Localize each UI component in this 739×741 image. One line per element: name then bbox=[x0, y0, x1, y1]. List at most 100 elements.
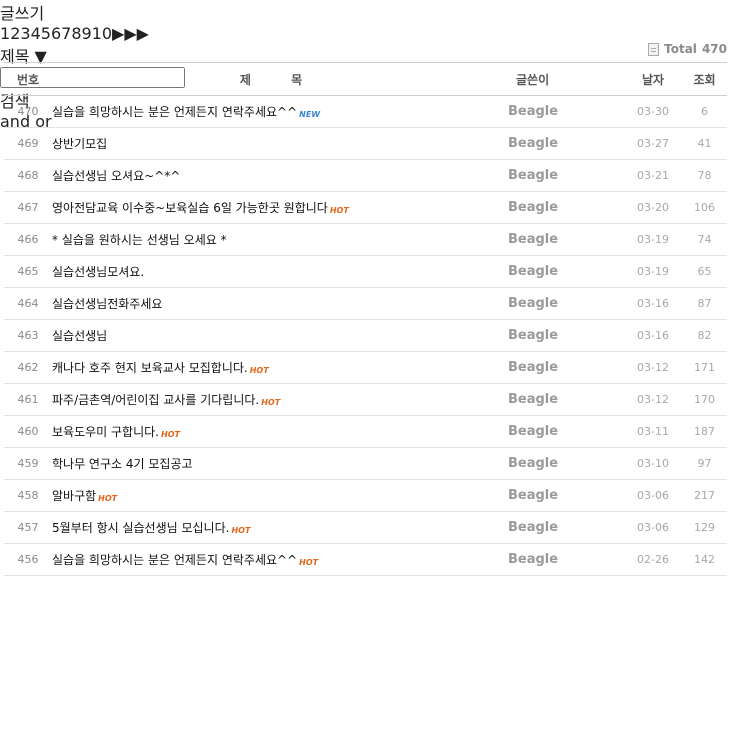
row-title-cell: 실습을 희망하시는 분은 언제든지 연락주세요^^ NEW bbox=[52, 95, 508, 128]
row-date: 03-10 bbox=[624, 447, 682, 480]
row-views: 129 bbox=[682, 511, 727, 544]
write-button-label: 글쓰기 bbox=[0, 4, 45, 23]
row-author[interactable]: Beagle bbox=[508, 191, 624, 224]
row-number: 456 bbox=[4, 543, 52, 576]
page-link[interactable]: 10 bbox=[92, 24, 112, 43]
row-title-cell: 5월부터 항시 실습선생님 모십니다. HOT bbox=[52, 511, 508, 544]
row-number: 468 bbox=[4, 159, 52, 192]
row-date: 03-06 bbox=[624, 479, 682, 512]
row-author[interactable]: Beagle bbox=[508, 447, 624, 480]
row-author[interactable]: Beagle bbox=[508, 319, 624, 352]
page-link[interactable]: 5 bbox=[41, 24, 51, 43]
row-views: 74 bbox=[682, 223, 727, 256]
row-author[interactable]: Beagle bbox=[508, 255, 624, 288]
row-title-cell: 알바구함 HOT bbox=[52, 479, 508, 512]
page-link[interactable]: 4 bbox=[31, 24, 41, 43]
table-row: 469 상반기모집 Beagle 03-27 41 bbox=[4, 127, 727, 160]
last-page-icon[interactable]: ▶▶ bbox=[124, 24, 149, 43]
row-title-link[interactable]: 파주/금촌역/어린이집 교사를 기다립니다. bbox=[52, 393, 259, 407]
row-title-link[interactable]: 실습선생님 오셔요~^*^ bbox=[52, 169, 180, 183]
pagination: 12345678910▶▶▶ bbox=[0, 24, 739, 43]
table-row: 463 실습선생님 Beagle 03-16 82 bbox=[4, 319, 727, 352]
row-title-link[interactable]: 알바구함 bbox=[52, 489, 96, 503]
row-title-link[interactable]: * 실습을 원하시는 선생님 오세요 * bbox=[52, 233, 227, 247]
row-author[interactable]: Beagle bbox=[508, 543, 624, 576]
write-button[interactable]: 글쓰기 bbox=[0, 0, 739, 24]
row-author[interactable]: Beagle bbox=[508, 95, 624, 128]
row-title-link[interactable]: 5월부터 항시 실습선생님 모십니다. bbox=[52, 521, 229, 535]
row-author[interactable]: Beagle bbox=[508, 127, 624, 160]
row-number: 461 bbox=[4, 383, 52, 416]
row-date: 02-26 bbox=[624, 543, 682, 576]
table-header: 번호 제 목 글쓴이 날자 조회 bbox=[4, 62, 727, 96]
hot-badge: HOT bbox=[231, 526, 251, 535]
total-number: 470 bbox=[701, 42, 727, 56]
row-title-link[interactable]: 실습선생님전화주세요 bbox=[52, 297, 162, 311]
row-date: 03-27 bbox=[624, 127, 682, 160]
row-date: 03-12 bbox=[624, 383, 682, 416]
header-author: 글쓴이 bbox=[508, 62, 624, 96]
row-author[interactable]: Beagle bbox=[508, 415, 624, 448]
row-author[interactable]: Beagle bbox=[508, 351, 624, 384]
row-title-link[interactable]: 영아전담교육 이수중~보육실습 6일 가능한곳 원합니다 bbox=[52, 201, 328, 215]
table-row: 460 보육도우미 구합니다. HOT Beagle 03-11 187 bbox=[4, 415, 727, 448]
row-views: 82 bbox=[682, 319, 727, 352]
row-title-cell: 실습선생님모셔요. bbox=[52, 255, 508, 288]
table-row: 468 실습선생님 오셔요~^*^ Beagle 03-21 78 bbox=[4, 159, 727, 192]
row-number: 466 bbox=[4, 223, 52, 256]
row-title-cell: 파주/금촌역/어린이집 교사를 기다립니다. HOT bbox=[52, 383, 508, 416]
row-title-link[interactable]: 캐나다 호주 현지 보육교사 모집합니다. bbox=[52, 361, 248, 375]
row-author[interactable]: Beagle bbox=[508, 479, 624, 512]
row-views: 106 bbox=[682, 191, 727, 224]
page-link[interactable]: 9 bbox=[82, 24, 92, 43]
hot-badge: HOT bbox=[161, 430, 180, 439]
table-row: 470 실습을 희망하시는 분은 언제든지 연락주세요^^ NEW Beagle 03-… bbox=[4, 95, 727, 128]
page-link[interactable]: 1 bbox=[0, 24, 10, 43]
row-title-link[interactable]: 실습을 희망하시는 분은 언제든지 연락주세요^^ bbox=[52, 105, 297, 119]
table-row: 459 학나무 연구소 4기 모집공고 Beagle 03-10 97 bbox=[4, 447, 727, 480]
next-page-icon[interactable]: ▶ bbox=[112, 24, 124, 43]
row-title-cell: 캐나다 호주 현지 보육교사 모집합니다. HOT bbox=[52, 351, 508, 384]
row-date: 03-16 bbox=[624, 287, 682, 320]
table-row: 457 5월부터 항시 실습선생님 모십니다. HOT Beagle 03-06 129 bbox=[4, 511, 727, 544]
total-count: Total 470 bbox=[648, 42, 727, 56]
header-views: 조회 bbox=[682, 62, 727, 96]
row-date: 03-12 bbox=[624, 351, 682, 384]
row-number: 469 bbox=[4, 127, 52, 160]
page-link[interactable]: 7 bbox=[61, 24, 71, 43]
row-author[interactable]: Beagle bbox=[508, 287, 624, 320]
table-row: 467 영아전담교육 이수중~보육실습 6일 가능한곳 원합니다 HOT Beagle… bbox=[4, 191, 727, 224]
row-date: 03-30 bbox=[624, 95, 682, 128]
row-title-cell: 상반기모집 bbox=[52, 127, 508, 160]
row-author[interactable]: Beagle bbox=[508, 159, 624, 192]
row-author[interactable]: Beagle bbox=[508, 511, 624, 544]
row-title-link[interactable]: 보육도우미 구합니다. bbox=[52, 425, 159, 439]
row-views: 6 bbox=[682, 95, 727, 128]
table-row: 456 실습을 희망하시는 분은 언제든지 연락주세요^^ HOT Beagle 02-… bbox=[4, 543, 727, 576]
row-number: 462 bbox=[4, 351, 52, 384]
row-views: 78 bbox=[682, 159, 727, 192]
table-row: 466 * 실습을 원하시는 선생님 오세요 * Beagle 03-19 74 bbox=[4, 223, 727, 256]
row-title-link[interactable]: 실습선생님 bbox=[52, 329, 107, 343]
page-link[interactable]: 3 bbox=[20, 24, 30, 43]
header-title: 제 목 bbox=[52, 62, 508, 96]
row-title-link[interactable]: 학나무 연구소 4기 모집공고 bbox=[52, 457, 193, 471]
page-link[interactable]: 8 bbox=[71, 24, 81, 43]
row-title-link[interactable]: 실습을 희망하시는 분은 언제든지 연락주세요^^ bbox=[52, 553, 297, 567]
document-icon bbox=[648, 42, 660, 56]
row-author[interactable]: Beagle bbox=[508, 223, 624, 256]
row-number: 460 bbox=[4, 415, 52, 448]
page-link[interactable]: 2 bbox=[10, 24, 20, 43]
row-number: 467 bbox=[4, 191, 52, 224]
row-date: 03-19 bbox=[624, 223, 682, 256]
row-date: 03-11 bbox=[624, 415, 682, 448]
page-link[interactable]: 6 bbox=[51, 24, 61, 43]
row-title-link[interactable]: 실습선생님모셔요. bbox=[52, 265, 144, 279]
row-title-cell: 보육도우미 구합니다. HOT bbox=[52, 415, 508, 448]
hot-badge: HOT bbox=[98, 494, 118, 503]
row-title-link[interactable]: 상반기모집 bbox=[52, 137, 107, 151]
row-author[interactable]: Beagle bbox=[508, 383, 624, 416]
row-date: 03-20 bbox=[624, 191, 682, 224]
row-title-cell: 실습선생님전화주세요 bbox=[52, 287, 508, 320]
total-label: Total bbox=[664, 42, 697, 56]
